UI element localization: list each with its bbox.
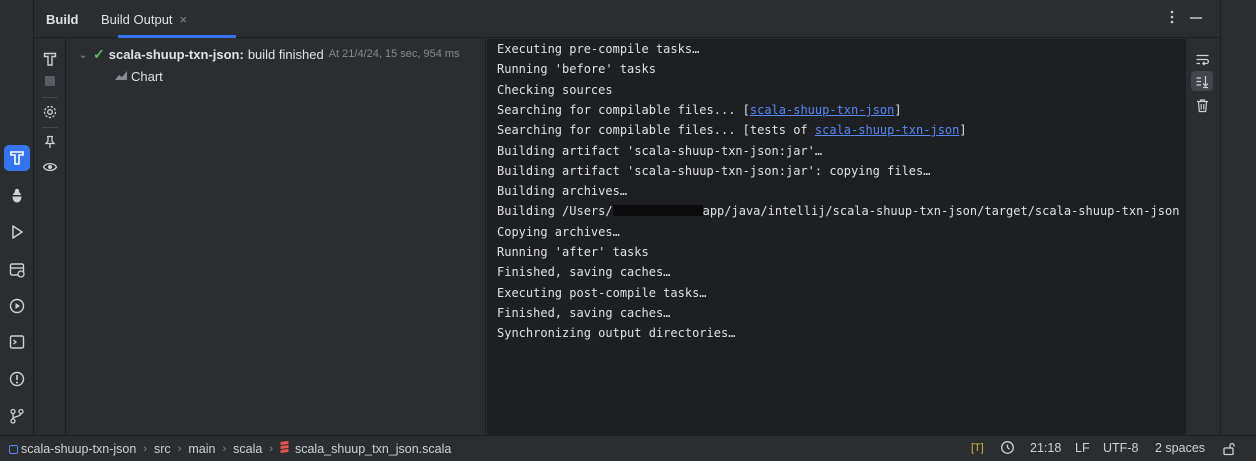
problems-icon[interactable] (4, 366, 30, 392)
console-line: Synchronizing output directories… (497, 326, 736, 341)
activity-bar (0, 0, 34, 435)
console-line: Executing pre-compile tasks… (497, 42, 700, 56)
console-line: Building artifact 'scala-shuup-txn-json:… (497, 163, 931, 178)
line-separator[interactable]: LF (1075, 441, 1090, 455)
module-icon (9, 444, 18, 454)
console-line: Checking sources (497, 82, 613, 97)
console-toolbar (1185, 39, 1220, 435)
eye-icon[interactable] (41, 158, 59, 176)
tree-child-row[interactable]: Chart (114, 66, 163, 86)
settings-gear-icon[interactable] (41, 103, 59, 121)
active-tab-indicator (118, 35, 236, 38)
soft-wrap-icon[interactable] (1191, 49, 1213, 69)
console-line: Finished, saving caches… (497, 265, 671, 280)
breadcrumb-item[interactable]: main (188, 442, 215, 456)
module-link[interactable]: scala-shuup-txn-json (750, 103, 895, 117)
build-hammer-icon[interactable] (41, 50, 59, 68)
console-line: Executing post-compile tasks… (497, 285, 707, 300)
git-icon[interactable] (4, 403, 30, 429)
tool-window-header: Build Build Output × (34, 0, 1220, 38)
minimize-icon[interactable] (1189, 9, 1203, 29)
console-text: app/java/intellij/scala-shuup-txn-json/t… (702, 204, 1180, 219)
clear-all-icon[interactable] (1191, 95, 1213, 115)
chart-icon (114, 69, 128, 84)
checkmark-success-icon: ✓ (93, 45, 105, 62)
console-line: Finished, saving caches… (497, 305, 671, 320)
build-tree: ⌄ ✓ scala-shuup-txn-json: build finished… (66, 39, 486, 435)
tree-child-label: Chart (131, 68, 163, 84)
console-text: ] (959, 123, 967, 138)
breadcrumb-separator: › (143, 443, 148, 455)
tool-window-title: Build (46, 12, 79, 27)
encoding-badge[interactable]: [T] (971, 442, 984, 454)
breadcrumb-item[interactable]: src (154, 442, 171, 456)
console-text: ] (894, 102, 902, 117)
console-line: Copying archives… (497, 224, 620, 239)
redacted-block (612, 205, 703, 217)
status-bar: scala-shuup-txn-json › src › main › scal… (0, 435, 1256, 461)
unlock-icon[interactable] (1222, 441, 1236, 459)
build-tool-window: Build Build Output × ⌄ ✓ scala-shuup-txn… (34, 0, 1220, 435)
chevron-down-icon[interactable]: ⌄ (76, 48, 90, 61)
build-toolbar (34, 39, 66, 435)
breadcrumb-item[interactable]: scala_shuup_txn_json.scala (295, 442, 451, 456)
console-line: Running 'after' tasks (497, 245, 649, 259)
breadcrumb-separator: › (269, 443, 273, 455)
run-icon[interactable] (4, 219, 30, 245)
cursor-position[interactable]: 21:18 (1030, 441, 1061, 455)
scala-file-icon (280, 441, 289, 457)
right-tool-strip (1220, 0, 1256, 435)
debug-icon[interactable] (4, 183, 30, 209)
console-line: Building archives… (497, 184, 628, 199)
console-text: Searching for compilable files... [ (497, 102, 750, 117)
run-configurations-icon[interactable] (4, 293, 30, 319)
breadcrumb-item[interactable]: scala (233, 442, 262, 456)
breadcrumb-item[interactable]: scala-shuup-txn-json (21, 442, 136, 456)
build-target-name: scala-shuup-txn-json: (108, 46, 244, 62)
pin-icon[interactable] (41, 133, 59, 151)
toolbar-separator (42, 127, 58, 128)
toolbar-separator (42, 97, 58, 98)
clock-icon[interactable] (1000, 440, 1015, 458)
indent-setting[interactable]: 2 spaces (1155, 441, 1205, 455)
breadcrumb-separator: › (222, 443, 227, 455)
build-status: build finished (247, 46, 324, 62)
more-vertical-icon[interactable] (1165, 9, 1179, 29)
console-line: Building artifact 'scala-shuup-txn-json:… (497, 143, 823, 158)
build-icon[interactable] (4, 145, 30, 171)
terminal-icon[interactable] (4, 329, 30, 355)
console-line: Searching for compilable files... [tests… (497, 123, 967, 143)
tab-label: Build Output (101, 12, 173, 27)
file-encoding[interactable]: UTF-8 (1103, 441, 1138, 455)
console-text: Building /Users/ (497, 204, 613, 219)
build-console-output[interactable]: Executing pre-compile tasks… Running 'bef… (487, 39, 1185, 435)
console-line: Searching for compilable files... [scala… (497, 103, 902, 123)
build-timestamp: At 21/4/24, 15 sec, 954 ms (328, 48, 460, 60)
stop-icon[interactable] (41, 72, 59, 90)
services-icon[interactable] (4, 257, 30, 283)
console-line: Running 'before' tasks (497, 62, 656, 77)
console-line: Building /Users/app/java/intellij/scala-… (497, 204, 1179, 224)
breadcrumb: scala-shuup-txn-json › src › main › scal… (9, 441, 451, 457)
breadcrumb-separator: › (177, 443, 182, 455)
tree-root-row[interactable]: ⌄ ✓ scala-shuup-txn-json: build finished… (76, 44, 460, 64)
scroll-to-end-icon[interactable] (1191, 71, 1213, 91)
tab-build-output[interactable]: Build Output × (92, 0, 197, 38)
console-text: Searching for compilable files... [tests… (497, 123, 815, 138)
module-link[interactable]: scala-shuup-txn-json (815, 123, 960, 137)
close-tab-icon[interactable]: × (180, 12, 188, 27)
